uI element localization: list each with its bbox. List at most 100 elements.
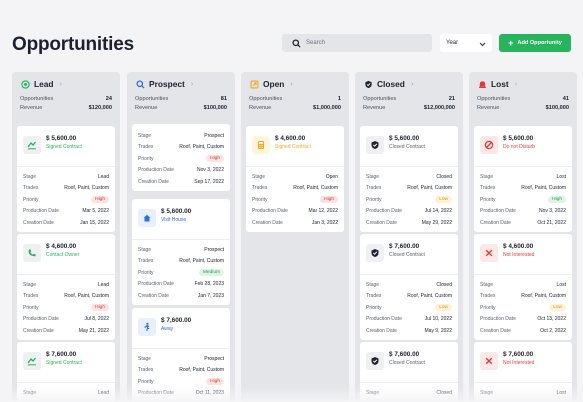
column-title[interactable]: Closed › xyxy=(363,78,455,90)
column-title[interactable]: Lead › xyxy=(20,78,112,90)
search-placeholder: Search xyxy=(306,40,326,46)
plus-icon: + xyxy=(508,37,514,48)
stage-row: Stage Prospect xyxy=(138,246,224,253)
revenue-stat: Revenue $100,000 xyxy=(477,105,569,111)
column-name: Open xyxy=(263,79,285,89)
trades-row: Trades Roof, Paint, Custom xyxy=(23,293,109,300)
stage-row: Stage Lost xyxy=(480,281,566,288)
shield-closed-icon xyxy=(366,244,384,262)
creation-date-row: Creation Date Jan 7, 2023 xyxy=(138,292,224,299)
opportunity-card[interactable]: $ 5,600.00 Signed Contract Stage Lead Trad… xyxy=(17,126,115,232)
stage-row: Stage Open xyxy=(252,173,338,180)
x-mark-icon xyxy=(480,352,498,370)
chevron-right-icon: › xyxy=(514,80,518,88)
shield-closed-icon xyxy=(366,136,384,154)
priority-row: Priority High xyxy=(480,194,566,206)
priority-row: Priority Medium xyxy=(138,267,224,279)
card-subtitle: Do not Disturb xyxy=(503,144,535,150)
column-name: Lead xyxy=(34,79,54,89)
column-lost: Lost › Opportunities 41 Revenue $100,000 $… xyxy=(469,72,577,402)
production-date-row: Production Date Oct 11, 2023 xyxy=(138,390,224,397)
card-subtitle: Not Interested xyxy=(503,252,535,258)
priority-row: Priority High xyxy=(23,302,109,314)
production-date-row: Production Date Mar 12, 2022 xyxy=(252,208,338,215)
stage-row: Stage Closed xyxy=(366,173,452,180)
opportunities-stat: Opportunities 24 xyxy=(20,96,112,102)
card-amount: $ 5,600.00 xyxy=(161,208,192,215)
card-subtitle: Closed Contract xyxy=(389,252,425,258)
column-header: Prospect › Opportunities 81 Revenue $100,0… xyxy=(127,72,235,124)
open-folder-icon xyxy=(249,79,259,89)
column-open: Open › Opportunities 1 Revenue $1,000,000 … xyxy=(241,72,349,402)
opportunity-card[interactable]: $ 5,600.00 Do not Disturb Stage Lost Trade… xyxy=(474,126,572,232)
search-icon xyxy=(290,37,302,49)
chevron-right-icon: › xyxy=(410,80,414,88)
revenue-stat: Revenue $100,000 xyxy=(135,105,227,111)
priority-badge: High xyxy=(206,378,224,386)
revenue-stat: Revenue $12,000,000 xyxy=(363,105,455,111)
column-title[interactable]: Open › xyxy=(249,78,341,90)
house-icon xyxy=(138,209,156,227)
column-header: Closed › Opportunities 21 Revenue $12,000,… xyxy=(355,72,463,124)
priority-badge: Low xyxy=(549,304,566,312)
stage-row: Stage Lead xyxy=(23,389,109,396)
priority-badge: Low xyxy=(435,304,452,312)
trades-row: Trades Roof, Paint, Custom xyxy=(138,258,224,265)
revenue-stat: Revenue $120,000 xyxy=(20,105,112,111)
top-bar: Opportunities Search Year + Add Opportun… xyxy=(0,0,583,80)
column-name: Prospect xyxy=(149,79,185,89)
add-opportunity-label: Add Opportunity xyxy=(517,40,562,46)
card-amount: $ 7,600.00 xyxy=(389,351,420,358)
opportunity-card[interactable]: $ 4,600.00 Signed Contract Stage Open Trad… xyxy=(246,126,344,232)
opportunity-card[interactable]: Stage Prospect Trades Roof, Paint, Custom … xyxy=(132,124,230,191)
card-subtitle: Away xyxy=(161,326,174,332)
revenue-stat: Revenue $1,000,000 xyxy=(249,105,341,111)
column-title[interactable]: Lost › xyxy=(477,78,569,90)
opportunity-card[interactable]: $ 7,600.00 Signed Contract Stage Lead xyxy=(17,342,115,402)
add-opportunity-button[interactable]: + Add Opportunity xyxy=(499,34,571,52)
opportunity-card[interactable]: $ 7,600.00 Away Stage Prospect Trades Roof,… xyxy=(132,308,230,402)
search-input[interactable]: Search xyxy=(282,34,432,52)
column-header: Lead › Opportunities 24 Revenue $120,000 xyxy=(12,72,120,124)
column-header: Lost › Opportunities 41 Revenue $100,000 xyxy=(469,72,577,124)
opportunity-card[interactable]: $ 7,600.00 Not Interested Stage Lost xyxy=(474,342,572,402)
card-amount: $ 5,600.00 xyxy=(503,135,534,142)
card-subtitle: Signed Contract xyxy=(46,144,82,150)
card-subtitle: Signed Contract xyxy=(46,360,82,366)
shield-closed-icon xyxy=(366,352,384,370)
priority-badge: High xyxy=(320,196,338,204)
production-date-row: Production Date Oct 13, 2022 xyxy=(480,316,566,323)
year-select[interactable]: Year xyxy=(440,34,492,52)
x-mark-icon xyxy=(480,244,498,262)
production-date-row: Production Date Jul 14, 2022 xyxy=(366,208,452,215)
column-title[interactable]: Prospect › xyxy=(135,78,227,90)
calculator-icon xyxy=(252,136,270,154)
creation-date-row: Creation Date May 9, 2022 xyxy=(366,327,452,334)
card-subtitle: Visit House xyxy=(161,217,187,223)
opportunity-card[interactable]: $ 4,600.00 Contact Owner Stage Lead Trades… xyxy=(17,234,115,340)
trades-row: Trades Roof, Paint, Custom xyxy=(252,185,338,192)
priority-badge: Medium xyxy=(198,269,224,277)
opportunity-card[interactable]: $ 7,600.00 Closed Contract Stage Closed xyxy=(360,342,458,402)
priority-row: Priority Low xyxy=(480,302,566,314)
column-prospect: Prospect › Opportunities 81 Revenue $100,0… xyxy=(127,72,235,402)
priority-row: Priority High xyxy=(252,194,338,206)
production-date-row: Production Date Nov 3, 2022 xyxy=(480,208,566,215)
opportunity-card[interactable]: $ 7,600.00 Closed Contract Stage Closed Tr… xyxy=(360,234,458,340)
column-closed: Closed › Opportunities 21 Revenue $12,000,… xyxy=(355,72,463,402)
priority-row: Priority Low xyxy=(366,302,452,314)
priority-row: Priority Low xyxy=(366,194,452,206)
stage-row: Stage Closed xyxy=(366,389,452,396)
trades-row: Trades Roof, Paint, Custom xyxy=(23,185,109,192)
creation-date-row: Creation Date Oct 2, 2022 xyxy=(480,327,566,334)
card-subtitle: Signed Contract xyxy=(275,144,311,150)
production-date-row: Production Date Mar 5, 2022 xyxy=(23,208,109,215)
stage-row: Stage Prospect xyxy=(138,355,224,362)
opportunity-card[interactable]: $ 4,600.00 Not Interested Stage Lost Trade… xyxy=(474,234,572,340)
creation-date-row: Creation Date Jan 3, 2022 xyxy=(252,219,338,226)
card-subtitle: Contact Owner xyxy=(46,252,80,258)
opportunity-card[interactable]: $ 5,600.00 Visit House Stage Prospect Trad… xyxy=(132,199,230,305)
production-date-row: Production Date Jul 8, 2022 xyxy=(23,316,109,323)
shield-closed-icon xyxy=(363,79,373,89)
opportunity-card[interactable]: $ 5,600.00 Closed Contract Stage Closed Tr… xyxy=(360,126,458,232)
